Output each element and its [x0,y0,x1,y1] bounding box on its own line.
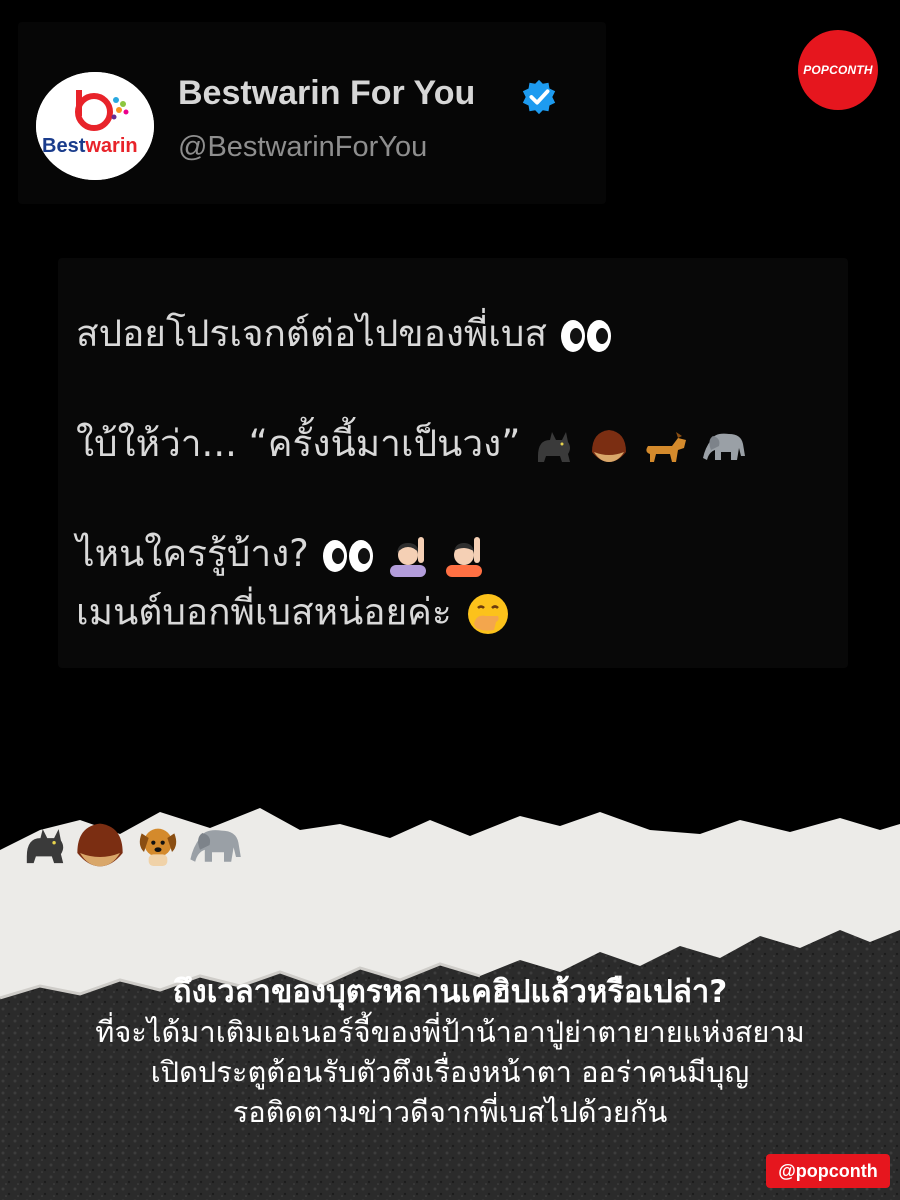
popconth-handle-tag: @popconth [766,1154,890,1188]
black-cat-icon [538,431,571,462]
caption-headline: ถึงเวลาของบุตรหลานเคฮิปแล้วหรือเปล่า? [172,974,728,1010]
dog-icon [139,828,177,866]
caption-line-1: ที่จะได้มาเติมเอเนอร์จี้ของพี่ป้าน้าอาปู… [95,1015,805,1049]
tweet-line-2: ใบ้ให้ว่า... “ครั้งนี้มาเป็นวง” [76,422,751,466]
verified-badge-icon [522,79,556,115]
avatar[interactable]: Bestwarin [36,72,154,180]
bestwarin-logo: Bestwarin [36,72,154,180]
corner-handle-text: @popconth [778,1160,878,1181]
chestnut-icon [591,429,626,462]
brand-badge-text: POPCONTH [803,63,873,77]
caption-line-2: เปิดประตูต้อนรับตัวตึงเรื่องหน้าตา ออร่า… [150,1055,750,1089]
caption-block: ถึงเวลาของบุตรหลานเคฮิปแล้วหรือเปล่า? ที… [0,972,900,1132]
tweet-line-3: ไหนใครรู้บ้าง? [76,532,486,577]
tweet-text-1: สปอยโปรเจกต์ต่อไปของพี่เบส [76,312,547,355]
eyes-icon [560,319,611,352]
face-with-hand-over-mouth-icon [467,594,508,634]
tweet-text-4: เมนต์บอกพี่เบสหน่อยค่ะ [76,590,452,634]
tweet-line-1: สปอยโปรเจกต์ต่อไปของพี่เบส [76,312,613,355]
tweet-text-3: ไหนใครรู้บ้าง? [76,532,309,575]
dog-icon [646,431,686,462]
display-name[interactable]: Bestwarin For You [178,74,475,113]
tweet-text-2: ใบ้ให้ว่า... “ครั้งนี้มาเป็นวง” [76,422,521,465]
raising-hand-person-icon [446,536,483,577]
user-handle[interactable]: @BestwarinForYou [178,131,427,164]
chestnut-icon [77,823,123,867]
elephant-icon [703,433,746,460]
caption-line-3: รอติดตามข่าวดีจากพี่เบสไปด้วยกัน [232,1095,668,1129]
popconth-logo: POPCONTH [798,30,878,110]
eyes-icon [322,539,373,572]
animal-sticker-row [20,812,248,878]
tweet-line-4: เมนต์บอกพี่เบสหน่อยค่ะ [76,590,512,638]
raising-hand-woman-icon [390,536,427,577]
svg-text:Bestwarin: Bestwarin [42,135,138,157]
black-cat-icon [26,829,64,864]
elephant-icon [190,830,241,862]
